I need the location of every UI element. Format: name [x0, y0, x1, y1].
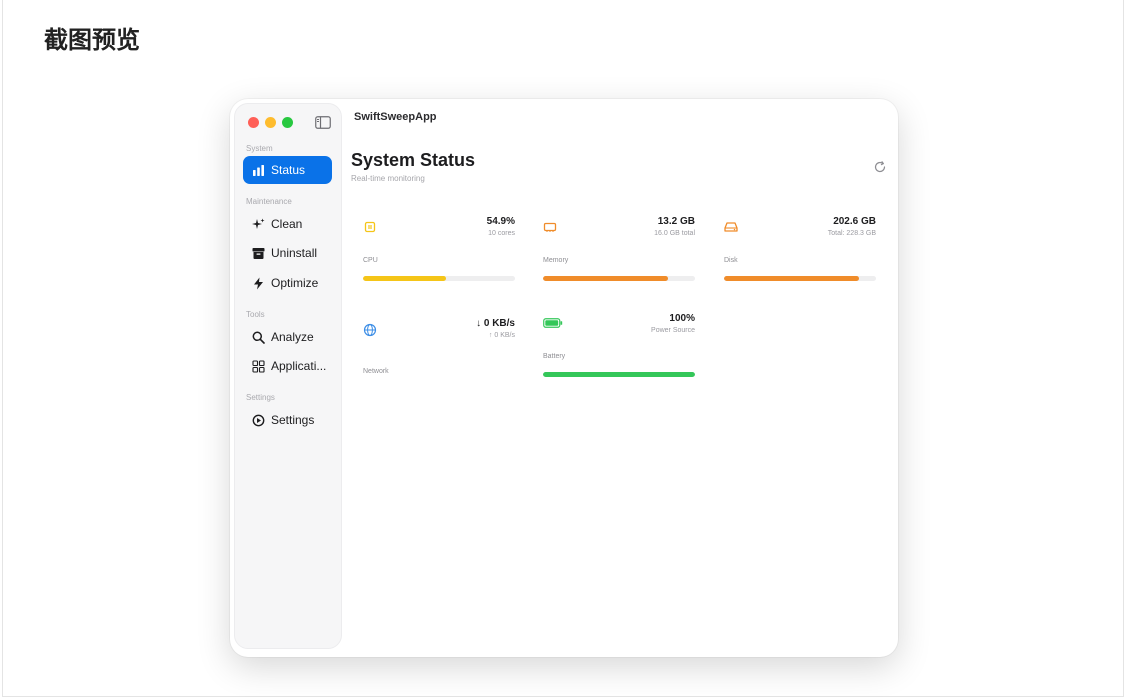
globe-icon	[363, 323, 377, 337]
app-window: System Status Maintenance Clean Uninstal…	[230, 99, 898, 657]
page-heading: 截图预览	[44, 26, 140, 54]
memory-label: Memory	[543, 257, 569, 264]
network-upload-value: ↑ 0 KB/s	[488, 332, 515, 339]
cpu-label: CPU	[363, 257, 378, 264]
disk-icon	[724, 220, 738, 234]
refresh-icon[interactable]	[873, 160, 887, 174]
memory-progress-fill	[543, 276, 668, 281]
memory-icon	[543, 220, 557, 234]
close-window-button[interactable]	[248, 117, 259, 128]
disk-progress-fill	[724, 276, 859, 281]
section-label-tools: Tools	[246, 310, 265, 319]
network-label: Network	[363, 368, 389, 375]
memory-total: 16.0 GB total	[654, 230, 695, 237]
magnifier-icon	[251, 330, 265, 344]
disk-total: Total: 228.3 GB	[827, 230, 876, 237]
sidebar-item-uninstall[interactable]: Uninstall	[243, 239, 332, 267]
trash-box-icon	[251, 246, 265, 260]
sidebar-item-label: Applicati...	[271, 359, 327, 373]
sidebar-item-label: Uninstall	[271, 246, 318, 260]
disk-used-value: 202.6 GB	[833, 216, 876, 227]
sidebar-item-label: Settings	[271, 413, 315, 427]
sidebar-item-label: Status	[271, 163, 306, 177]
memory-used-value: 13.2 GB	[657, 216, 695, 227]
grid-icon	[251, 359, 265, 373]
sidebar-toggle-icon[interactable]	[315, 116, 331, 129]
network-card: ↓ 0 KB/s ↑ 0 KB/s Network	[363, 318, 515, 408]
sidebar-item-label: Optimize	[271, 276, 319, 290]
sidebar: System Status Maintenance Clean Uninstal…	[234, 103, 342, 649]
disk-label: Disk	[724, 257, 738, 264]
cpu-cores: 10 cores	[488, 230, 515, 237]
sidebar-item-applications[interactable]: Applicati...	[243, 352, 332, 380]
section-label-settings: Settings	[246, 393, 275, 402]
battery-power-source: Power Source	[651, 327, 695, 334]
sidebar-item-optimize[interactable]: Optimize	[243, 269, 332, 297]
bolt-icon	[251, 276, 265, 290]
battery-label: Battery	[543, 353, 566, 360]
battery-progress-track	[543, 372, 695, 377]
network-download-value: ↓ 0 KB/s	[476, 318, 515, 329]
battery-level-value: 100%	[669, 313, 695, 324]
sidebar-item-label: Clean	[271, 217, 303, 231]
battery-card: 100% Power Source Battery	[543, 313, 695, 403]
zoom-window-button[interactable]	[282, 117, 293, 128]
section-label-maintenance: Maintenance	[246, 197, 292, 206]
bar-chart-icon	[251, 163, 265, 177]
sidebar-item-analyze[interactable]: Analyze	[243, 323, 332, 351]
disk-card: 202.6 GB Total: 228.3 GB Disk	[724, 216, 876, 306]
memory-card: 13.2 GB 16.0 GB total Memory	[543, 216, 695, 306]
cpu-icon	[363, 220, 377, 234]
cpu-card: 54.9% 10 cores CPU	[363, 216, 515, 306]
page-title: System Status	[351, 150, 476, 170]
section-label-system: System	[246, 144, 273, 153]
window-title: SwiftSweepApp	[354, 111, 437, 123]
cpu-progress-fill	[363, 276, 447, 281]
sidebar-item-settings[interactable]: Settings	[243, 406, 332, 434]
minimize-window-button[interactable]	[265, 117, 276, 128]
sparkle-icon	[251, 217, 265, 231]
battery-progress-fill	[543, 372, 695, 377]
cpu-progress-track	[363, 276, 515, 281]
gear-icon	[251, 413, 265, 427]
disk-progress-track	[724, 276, 876, 281]
sidebar-item-clean[interactable]: Clean	[243, 210, 332, 238]
battery-icon	[543, 316, 563, 330]
sidebar-item-label: Analyze	[271, 330, 314, 344]
page-subtitle: Real-time monitoring	[351, 174, 425, 183]
cpu-usage-value: 54.9%	[486, 216, 515, 227]
memory-progress-track	[543, 276, 695, 281]
sidebar-item-status[interactable]: Status	[243, 156, 332, 184]
